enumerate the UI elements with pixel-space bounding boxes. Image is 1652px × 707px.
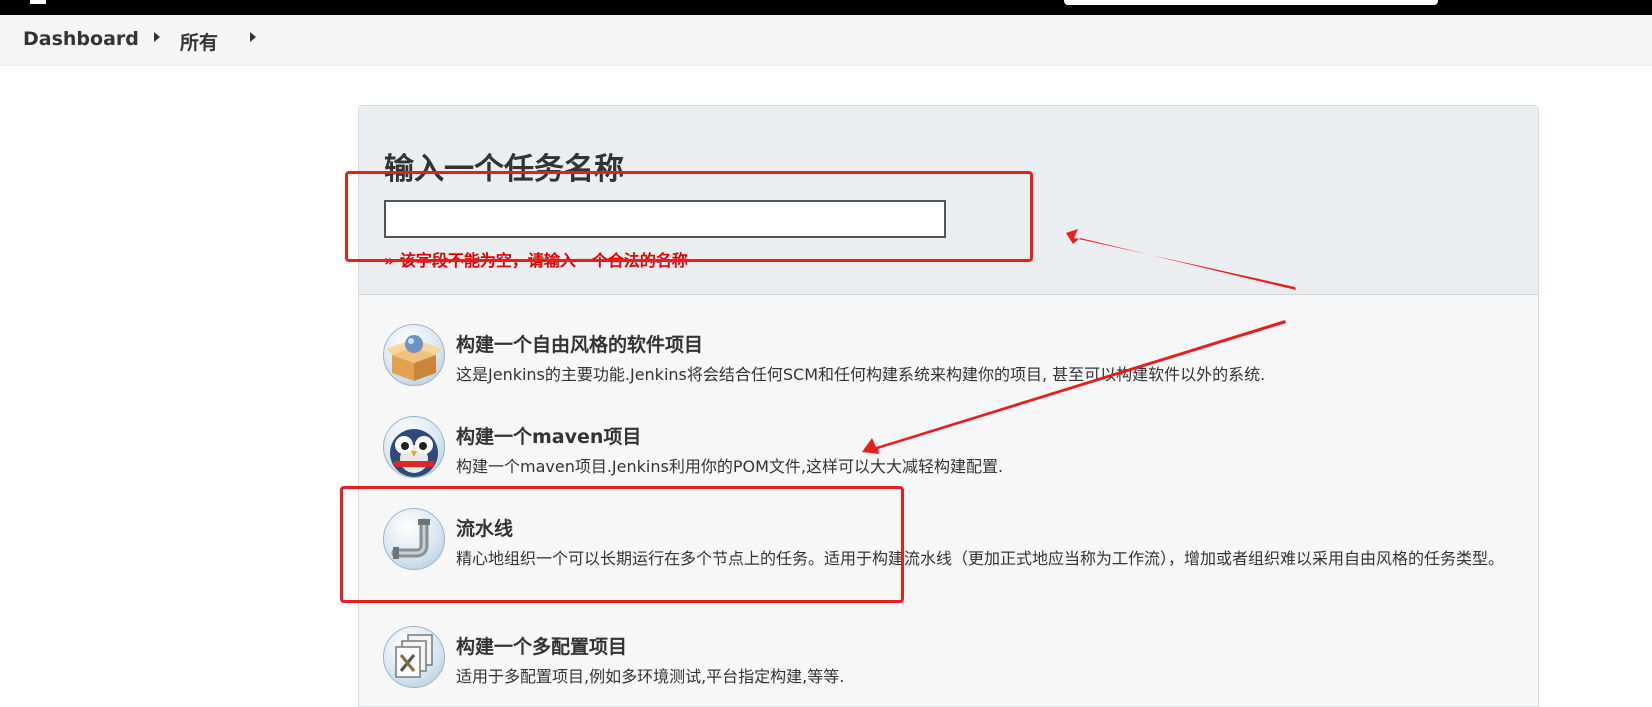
item-name-section: 输入一个任务名称 » 该字段不能为空，请输入一个合法的名称 — [359, 106, 1538, 295]
breadcrumb: Dashboard 所有 — [0, 15, 1652, 66]
item-name-title: 输入一个任务名称 — [384, 152, 624, 187]
search-box[interactable] — [1064, 0, 1438, 5]
breadcrumb-all[interactable]: 所有 — [180, 28, 218, 55]
breadcrumb-chevron-icon[interactable] — [250, 32, 256, 42]
maven-owl-icon — [383, 416, 445, 478]
job-type-maven[interactable]: 构建一个maven项目 构建一个maven项目.Jenkins利用你的POM文件… — [383, 416, 1503, 496]
job-type-description: 适用于多配置项目,例如多环境测试,平台指定构建,等等. — [456, 667, 845, 686]
job-type-description: 构建一个maven项目.Jenkins利用你的POM文件,这样可以大大减轻构建配… — [456, 457, 1004, 476]
job-type-description: 精心地组织一个可以长期运行在多个节点上的任务。适用于构建流水线（更加正式地应当称… — [456, 549, 1505, 568]
new-item-panel: 输入一个任务名称 » 该字段不能为空，请输入一个合法的名称 构建一个自由风格的软… — [358, 105, 1539, 707]
item-name-error: » 该字段不能为空，请输入一个合法的名称 — [384, 251, 688, 270]
job-type-title[interactable]: 构建一个maven项目 — [456, 422, 641, 449]
pipeline-icon — [383, 508, 445, 570]
job-type-description: 这是Jenkins的主要功能.Jenkins将会结合任何SCM和任何构建系统来构… — [456, 365, 1266, 384]
multi-config-icon — [383, 626, 445, 688]
freestyle-box-icon — [383, 324, 445, 386]
jenkins-logo[interactable] — [30, 0, 46, 4]
job-type-pipeline[interactable]: 流水线 精心地组织一个可以长期运行在多个节点上的任务。适用于构建流水线（更加正式… — [383, 508, 1504, 608]
job-type-title[interactable]: 构建一个自由风格的软件项目 — [456, 330, 703, 357]
top-header-bar — [0, 0, 1652, 15]
item-name-input[interactable] — [384, 200, 946, 238]
breadcrumb-dashboard[interactable]: Dashboard — [23, 28, 139, 50]
breadcrumb-chevron-icon[interactable] — [154, 32, 160, 42]
job-type-title[interactable]: 构建一个多配置项目 — [456, 632, 627, 659]
job-type-multi-config[interactable]: 构建一个多配置项目 适用于多配置项目,例如多环境测试,平台指定构建,等等. — [383, 626, 1503, 706]
job-type-freestyle[interactable]: 构建一个自由风格的软件项目 这是Jenkins的主要功能.Jenkins将会结合… — [383, 324, 1503, 404]
job-type-title[interactable]: 流水线 — [456, 514, 513, 541]
